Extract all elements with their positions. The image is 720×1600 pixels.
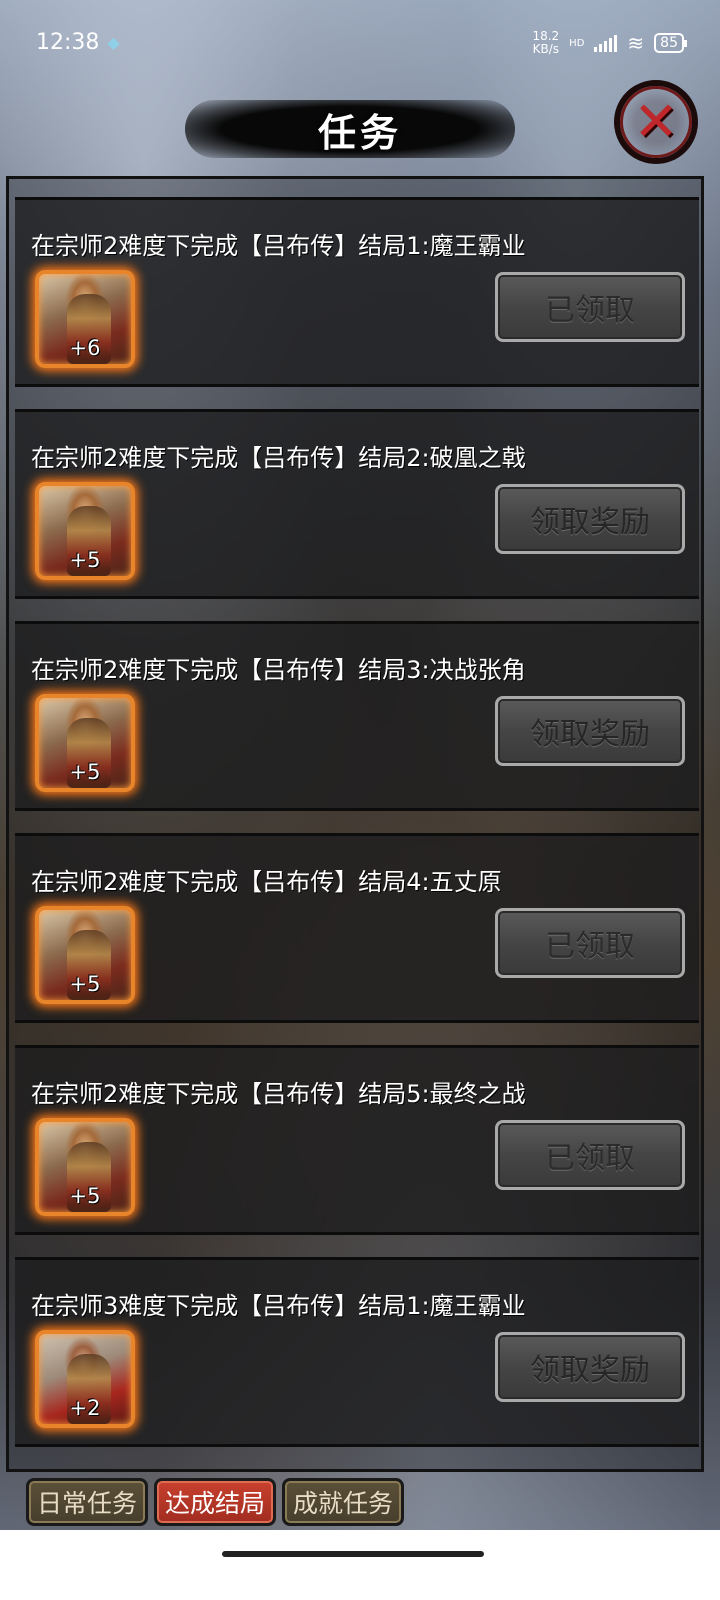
task-card: 在宗师2难度下完成【吕布传】结局3:决战张角 +5 领取奖励 — [15, 621, 699, 811]
tab-endings[interactable]: 达成结局 — [154, 1478, 277, 1526]
status-bar: 12:38 ◆ 18.2 KB/s HD ≋ 85 — [0, 0, 720, 92]
status-right: 18.2 KB/s HD ≋ 85 — [532, 30, 687, 56]
reward-count: +5 — [69, 760, 101, 784]
task-title: 在宗师2难度下完成【吕布传】结局1:魔王霸业 — [31, 232, 526, 260]
task-title: 在宗师2难度下完成【吕布传】结局4:五丈原 — [31, 868, 502, 896]
close-icon: ✕ — [633, 90, 679, 153]
task-title: 在宗师2难度下完成【吕布传】结局2:破凰之戟 — [31, 444, 526, 472]
task-card: 在宗师2难度下完成【吕布传】结局4:五丈原 +5 已领取 — [15, 833, 699, 1023]
claim-reward-button[interactable]: 领取奖励 — [495, 696, 685, 766]
tab-achievements[interactable]: 成就任务 — [282, 1478, 405, 1526]
task-list-panel[interactable]: 在宗师2难度下完成【吕布传】结局1:魔王霸业 +6 已领取 在宗师2难度下完成【… — [6, 176, 704, 1472]
close-button[interactable]: ✕ — [614, 80, 698, 164]
reward-item[interactable]: +2 — [35, 1330, 135, 1428]
net-speed-unit: KB/s — [532, 42, 560, 56]
battery-level: 85 — [660, 35, 678, 51]
reward-count: +5 — [69, 548, 101, 572]
signal-icon — [594, 34, 618, 52]
claim-reward-button[interactable]: 领取奖励 — [495, 484, 685, 554]
task-card: 在宗师2难度下完成【吕布传】结局1:魔王霸业 +6 已领取 — [15, 197, 699, 387]
claimed-button[interactable]: 已领取 — [495, 908, 685, 978]
reward-count: +2 — [69, 1396, 101, 1420]
tab-bar: 日常任务 达成结局 成就任务 — [26, 1478, 405, 1526]
net-speed: 18.2 KB/s — [532, 30, 559, 56]
reward-item[interactable]: +5 — [35, 1118, 135, 1216]
task-title: 在宗师2难度下完成【吕布传】结局5:最终之战 — [31, 1080, 526, 1108]
reward-count: +5 — [69, 972, 101, 996]
claim-reward-button[interactable]: 领取奖励 — [495, 1332, 685, 1402]
reward-count: +6 — [69, 336, 101, 360]
clock: 12:38 — [36, 30, 100, 55]
reward-item[interactable]: +5 — [35, 482, 135, 580]
header: 任务 ✕ — [0, 80, 720, 180]
navigation-bar — [0, 1530, 720, 1600]
task-card: 在宗师2难度下完成【吕布传】结局5:最终之战 +5 已领取 — [15, 1045, 699, 1235]
page-title: 任务 — [317, 111, 402, 155]
reward-item[interactable]: +6 — [35, 270, 135, 368]
task-title: 在宗师3难度下完成【吕布传】结局1:魔王霸业 — [31, 1292, 526, 1320]
reward-count: +5 — [69, 1184, 101, 1208]
reward-item[interactable]: +5 — [35, 694, 135, 792]
app-notification-icon: ◆ — [107, 33, 120, 52]
task-title: 在宗师2难度下完成【吕布传】结局3:决战张角 — [31, 656, 526, 684]
task-card: 在宗师2难度下完成【吕布传】结局2:破凰之戟 +5 领取奖励 — [15, 409, 699, 599]
hd-label: HD — [569, 37, 585, 49]
claimed-button[interactable]: 已领取 — [495, 272, 685, 342]
battery-icon: 85 — [654, 33, 687, 53]
task-card: 在宗师3难度下完成【吕布传】结局1:魔王霸业 +2 领取奖励 — [15, 1257, 699, 1447]
status-left: 12:38 ◆ — [36, 30, 120, 55]
tab-daily-tasks[interactable]: 日常任务 — [26, 1478, 149, 1526]
wifi-icon: ≋ — [627, 31, 645, 55]
reward-item[interactable]: +5 — [35, 906, 135, 1004]
claimed-button[interactable]: 已领取 — [495, 1120, 685, 1190]
home-indicator[interactable] — [222, 1551, 484, 1557]
